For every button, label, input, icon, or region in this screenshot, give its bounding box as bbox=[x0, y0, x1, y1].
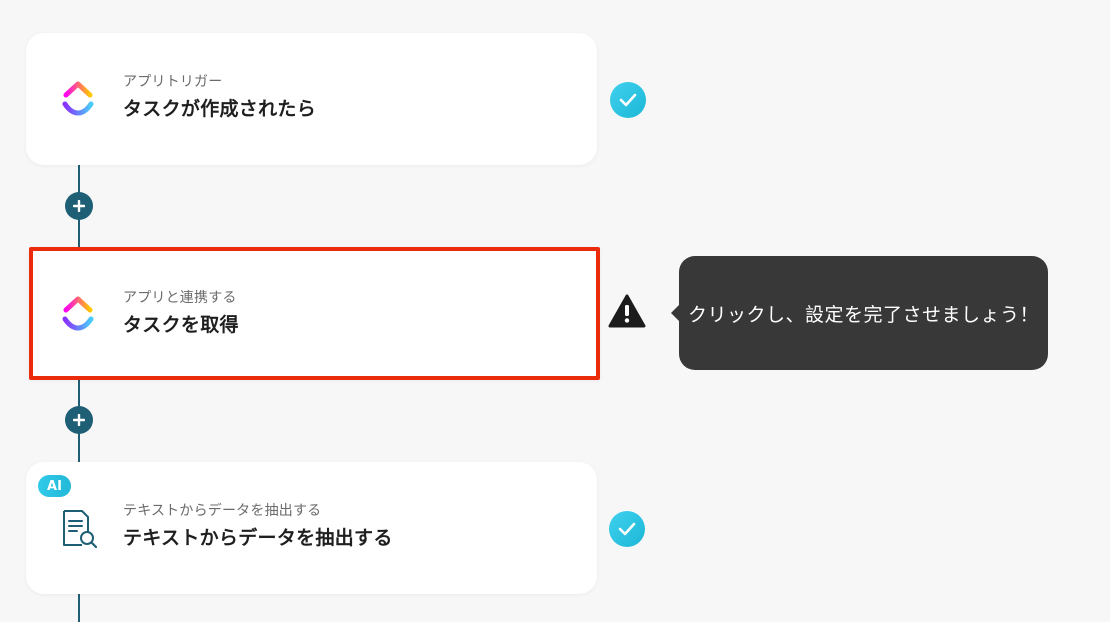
check-icon bbox=[609, 511, 645, 547]
step-title: タスクを取得 bbox=[123, 314, 239, 336]
check-icon bbox=[610, 82, 646, 118]
step-title: タスクが作成されたら bbox=[123, 98, 317, 120]
flow-step-card-trigger[interactable]: アプリトリガー タスクが作成されたら bbox=[26, 33, 597, 165]
step-subtitle: アプリトリガー bbox=[123, 74, 223, 90]
connector-line bbox=[78, 594, 80, 622]
warning-icon bbox=[607, 293, 647, 329]
step-subtitle: アプリと連携する bbox=[123, 290, 237, 306]
add-step-button[interactable] bbox=[65, 192, 93, 220]
add-step-button[interactable] bbox=[65, 406, 93, 434]
plus-icon bbox=[73, 200, 85, 212]
step-title: テキストからデータを抽出する bbox=[123, 527, 393, 549]
flow-step-card-ai[interactable]: テキストからデータを抽出する テキストからデータを抽出する bbox=[26, 462, 597, 594]
flow-step-card-action[interactable]: アプリと連携する タスクを取得 bbox=[29, 247, 600, 380]
tooltip-text: クリックし、設定を完了させましょう！ bbox=[687, 303, 1039, 326]
ai-badge: AI bbox=[38, 475, 71, 497]
plus-icon bbox=[73, 414, 85, 426]
setup-tooltip: クリックし、設定を完了させましょう！ bbox=[671, 256, 1048, 370]
document-search-icon bbox=[58, 508, 98, 548]
clickup-icon bbox=[58, 79, 98, 119]
step-subtitle: テキストからデータを抽出する bbox=[123, 503, 322, 519]
clickup-icon bbox=[58, 294, 98, 334]
